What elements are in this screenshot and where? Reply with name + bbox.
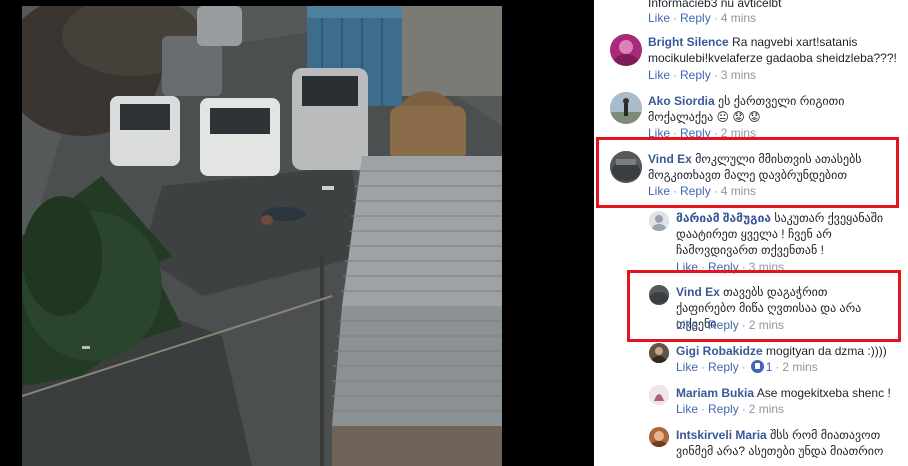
comment-author[interactable]: Bright Silence	[648, 35, 729, 49]
separator: ·	[701, 318, 706, 332]
avatar[interactable]	[610, 92, 642, 124]
reply-button[interactable]: Reply	[680, 11, 711, 25]
separator: ·	[713, 68, 718, 82]
avatar[interactable]	[649, 285, 669, 305]
avatar[interactable]	[649, 385, 669, 405]
separator: ·	[701, 360, 706, 374]
comment-actions: Like · Reply · 4 mins	[648, 184, 756, 198]
timestamp[interactable]: 2 mins	[749, 402, 784, 416]
separator: ·	[741, 360, 746, 374]
separator: ·	[775, 360, 780, 374]
avatar[interactable]	[610, 151, 642, 183]
separator: ·	[741, 318, 746, 332]
like-button[interactable]: Like	[648, 11, 670, 25]
timestamp[interactable]: 4 mins	[721, 11, 756, 25]
timestamp[interactable]: 3 mins	[721, 68, 756, 82]
reply-button[interactable]: Reply	[708, 318, 739, 332]
separator: ·	[741, 402, 746, 416]
comment-actions: Like · Reply · 2 mins	[676, 402, 784, 416]
reply-button[interactable]: Reply	[680, 68, 711, 82]
avatar[interactable]	[649, 427, 669, 447]
like-reaction-icon[interactable]	[750, 360, 764, 373]
like-button[interactable]: Like	[676, 402, 698, 416]
photo-illustration	[22, 6, 502, 466]
comment-author[interactable]: Vind Ex	[648, 152, 692, 166]
timestamp[interactable]: 4 mins	[721, 184, 756, 198]
timestamp[interactable]: 2 mins	[749, 318, 784, 332]
timestamp[interactable]: 2 mins	[782, 360, 817, 374]
comment-reply: Gigi Robakidze mogityan da dzma :))))	[676, 343, 901, 359]
comment-truncated: Informacieb3 nu avticelbt	[648, 0, 903, 11]
photo-viewer	[0, 0, 594, 466]
reply-button[interactable]: Reply	[708, 402, 739, 416]
avatar[interactable]	[649, 343, 669, 363]
comment-actions: Like · Reply · 2 mins	[676, 318, 784, 332]
reply-button[interactable]: Reply	[680, 184, 711, 198]
comment-actions: Like · Reply · 4 mins	[648, 11, 756, 25]
comments-panel: Informacieb3 nu avticelbt Like · Reply · 4 m…	[594, 0, 908, 466]
comment-reply: მარიამ შამუგია საკუთარ ქვეყანაში დაატირე…	[676, 210, 896, 258]
comment-author[interactable]: Vind Ex	[676, 285, 720, 299]
comment-text: mogityan da dzma :))))	[766, 344, 887, 358]
comment-text: Informacieb3 nu avticelbt	[648, 0, 782, 10]
like-button[interactable]: Like	[676, 360, 698, 374]
separator: ·	[673, 11, 678, 25]
separator: ·	[701, 402, 706, 416]
comment-text: Ase mogekitxeba shenc !	[756, 386, 891, 400]
comment-author[interactable]: Ako Siordia	[648, 94, 715, 108]
like-button[interactable]: Like	[676, 318, 698, 332]
avatar[interactable]	[610, 34, 642, 66]
avatar[interactable]	[649, 211, 669, 231]
comment-author[interactable]: Gigi Robakidze	[676, 344, 763, 358]
separator: ·	[673, 184, 678, 198]
comment-reply: Mariam Bukia Ase mogekitxeba shenc !	[676, 385, 901, 401]
separator: ·	[673, 68, 678, 82]
like-button[interactable]: Like	[648, 184, 670, 198]
separator: ·	[713, 184, 718, 198]
comment-author[interactable]: Intskirveli Maria	[676, 428, 767, 442]
comment: Ako Siordia ეს ქართველი რიგითი მოქალაქეა…	[648, 93, 906, 125]
comment: Vind Ex მოკლული მმისთვის ათასებს მოგკითხ…	[648, 151, 888, 183]
comment-actions: Like · Reply · 3 mins	[648, 68, 756, 82]
comment: Bright Silence Ra nagvebi xart!satanis m…	[648, 34, 903, 66]
comment-reply: Intskirveli Maria შსს რომ მიათავოთ ვინმე…	[676, 427, 896, 459]
comment-actions: Like · Reply · 1 · 2 mins	[676, 360, 818, 374]
comment-author[interactable]: მარიამ შამუგია	[676, 211, 771, 225]
separator: ·	[713, 11, 718, 25]
comment-author[interactable]: Mariam Bukia	[676, 386, 754, 400]
reply-button[interactable]: Reply	[708, 360, 739, 374]
like-button[interactable]: Like	[648, 68, 670, 82]
courtyard-photo[interactable]	[22, 6, 502, 466]
